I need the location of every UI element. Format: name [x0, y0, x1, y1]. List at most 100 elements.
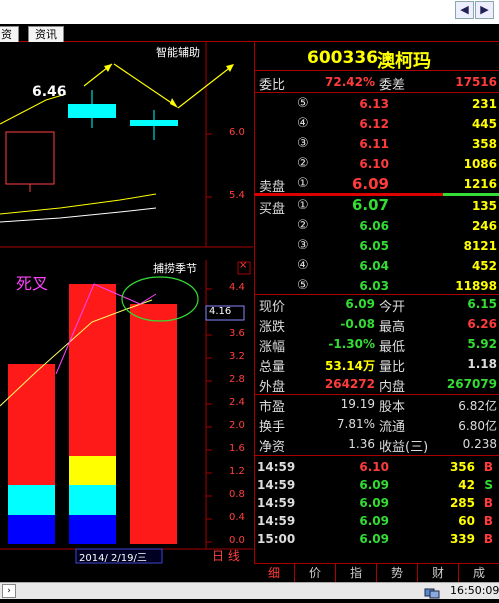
axis-tick: 1.6 — [229, 443, 245, 454]
buy-price: 6.07 — [351, 196, 389, 214]
stat-value: 267079 — [446, 377, 497, 391]
tick-volume: 285 — [449, 496, 475, 510]
stat-label: 现价 — [259, 300, 286, 315]
buy-price: 6.06 — [359, 219, 389, 233]
axis-tick: 6.0 — [229, 127, 245, 138]
level-icon: ③ — [297, 136, 309, 151]
level-icon: ⑤ — [297, 96, 309, 111]
stat-value: 6.09 — [345, 297, 375, 311]
axis-tick: 0.8 — [229, 489, 245, 500]
axis-tick: 2.4 — [229, 397, 245, 408]
level-icon: ④ — [297, 116, 309, 131]
tick-side: B — [483, 496, 493, 510]
diff-value: 17516 — [455, 75, 497, 89]
clock: 16:50:09 — [450, 584, 499, 597]
stock-code: 600336 — [307, 48, 378, 68]
tick-time: 14:59 — [257, 460, 296, 474]
buy-volume: 8121 — [463, 239, 497, 253]
sell-price: 6.09 — [351, 175, 389, 193]
level-icon: ④ — [297, 258, 309, 273]
fund-value: 0.238 — [462, 437, 497, 451]
tick-price: 6.10 — [359, 460, 389, 474]
diff-label: 委差 — [379, 78, 406, 93]
fund-label: 市盈 — [259, 400, 286, 415]
sell-volume: 231 — [471, 97, 497, 111]
fund-label: 股本 — [379, 400, 406, 415]
axis-tick: 0.0 — [229, 535, 245, 546]
stat-label: 涨跌 — [259, 320, 286, 335]
axis-tick: 2.8 — [229, 374, 245, 385]
spread-divider — [443, 193, 499, 196]
axis-tick: 3.6 — [229, 328, 245, 339]
fund-label: 净资 — [259, 440, 286, 455]
fund-label: 换手 — [259, 420, 286, 435]
kline-chart[interactable]: 智能辅助 6.46 6.0 5.4 捕捞季节 × 死叉 4.16 4.4 3.6… — [0, 42, 253, 564]
assist-title: 智能辅助 — [156, 46, 200, 59]
period-selector[interactable]: 日 线 — [212, 547, 240, 564]
stat-value: -1.30% — [328, 337, 375, 351]
date-label: 2014/ 2/19/三 — [79, 553, 147, 564]
next-arrow-icon[interactable]: ▶ — [475, 1, 494, 19]
sell-price: 6.12 — [359, 117, 389, 131]
tab-detail[interactable]: 细 — [254, 564, 295, 583]
fund-value: 19.19 — [340, 397, 375, 411]
close-icon[interactable]: × — [239, 260, 247, 271]
buy-volume: 452 — [471, 259, 497, 273]
tick-side: B — [483, 514, 493, 528]
fund-value: 1.36 — [348, 437, 375, 451]
tab-index[interactable]: 指 — [336, 564, 377, 583]
stat-value: -0.08 — [340, 317, 375, 331]
tab-trend[interactable]: 势 — [377, 564, 418, 583]
level-icon: ① — [297, 198, 309, 213]
buy-label: 买盘 — [259, 202, 286, 217]
tab-finance[interactable]: 财 — [418, 564, 459, 583]
buy-price: 6.05 — [359, 239, 389, 253]
buy-volume: 11898 — [455, 279, 497, 293]
stat-label: 内盘 — [379, 380, 406, 395]
axis-tick: 0.4 — [229, 512, 245, 523]
buy-price: 6.03 — [359, 279, 389, 293]
ratio-value: 72.42% — [325, 75, 375, 89]
tick-side: B — [483, 532, 493, 546]
axis-tick: 2.0 — [229, 420, 245, 431]
tick-side: S — [484, 478, 493, 492]
price-label: 6.46 — [32, 84, 67, 100]
sell-volume: 445 — [471, 117, 497, 131]
tab-price[interactable]: 价 — [295, 564, 336, 583]
stat-value: 53.14万 — [325, 359, 375, 373]
network-icon — [424, 584, 440, 599]
tab-component[interactable]: 成 — [459, 564, 499, 583]
level-icon: ② — [297, 156, 309, 171]
fund-value: 6.82亿 — [458, 399, 497, 413]
axis-tick: 5.4 — [229, 190, 245, 201]
prev-arrow-icon[interactable]: ◀ — [455, 1, 474, 19]
tab-bar: 资 资讯 — [0, 24, 499, 42]
expand-arrow-icon[interactable]: › — [2, 584, 16, 598]
tick-volume: 339 — [449, 532, 475, 546]
stat-label: 最高 — [379, 320, 406, 335]
fund-value: 6.80亿 — [458, 419, 497, 433]
tick-time: 14:59 — [257, 478, 296, 492]
tick-time: 14:59 — [257, 496, 296, 510]
fund-label: 流通 — [379, 420, 406, 435]
stat-label: 外盘 — [259, 380, 286, 395]
sell-volume: 1086 — [463, 157, 497, 171]
stat-label: 今开 — [379, 300, 406, 315]
level-icon: ② — [297, 218, 309, 233]
cross-label: 死叉 — [16, 274, 49, 293]
tick-volume: 60 — [458, 514, 475, 528]
tick-price: 6.09 — [359, 514, 389, 528]
tab-data[interactable]: 资 — [0, 26, 19, 42]
stat-value: 6.26 — [467, 317, 497, 331]
panel-title: 捕捞季节 — [153, 262, 197, 275]
tab-news[interactable]: 资讯 — [28, 26, 64, 42]
stat-label: 涨幅 — [259, 340, 286, 355]
tick-time: 15:00 — [257, 532, 296, 546]
stat-value: 264272 — [324, 377, 375, 391]
level-icon: ① — [297, 176, 309, 191]
sell-price: 6.10 — [359, 157, 389, 171]
level-icon: ③ — [297, 238, 309, 253]
detail-tabs: 细 价 指 势 财 成 — [254, 563, 499, 583]
status-bar: › 16:50:09 — [0, 582, 499, 599]
stat-value: 1.18 — [467, 357, 497, 371]
